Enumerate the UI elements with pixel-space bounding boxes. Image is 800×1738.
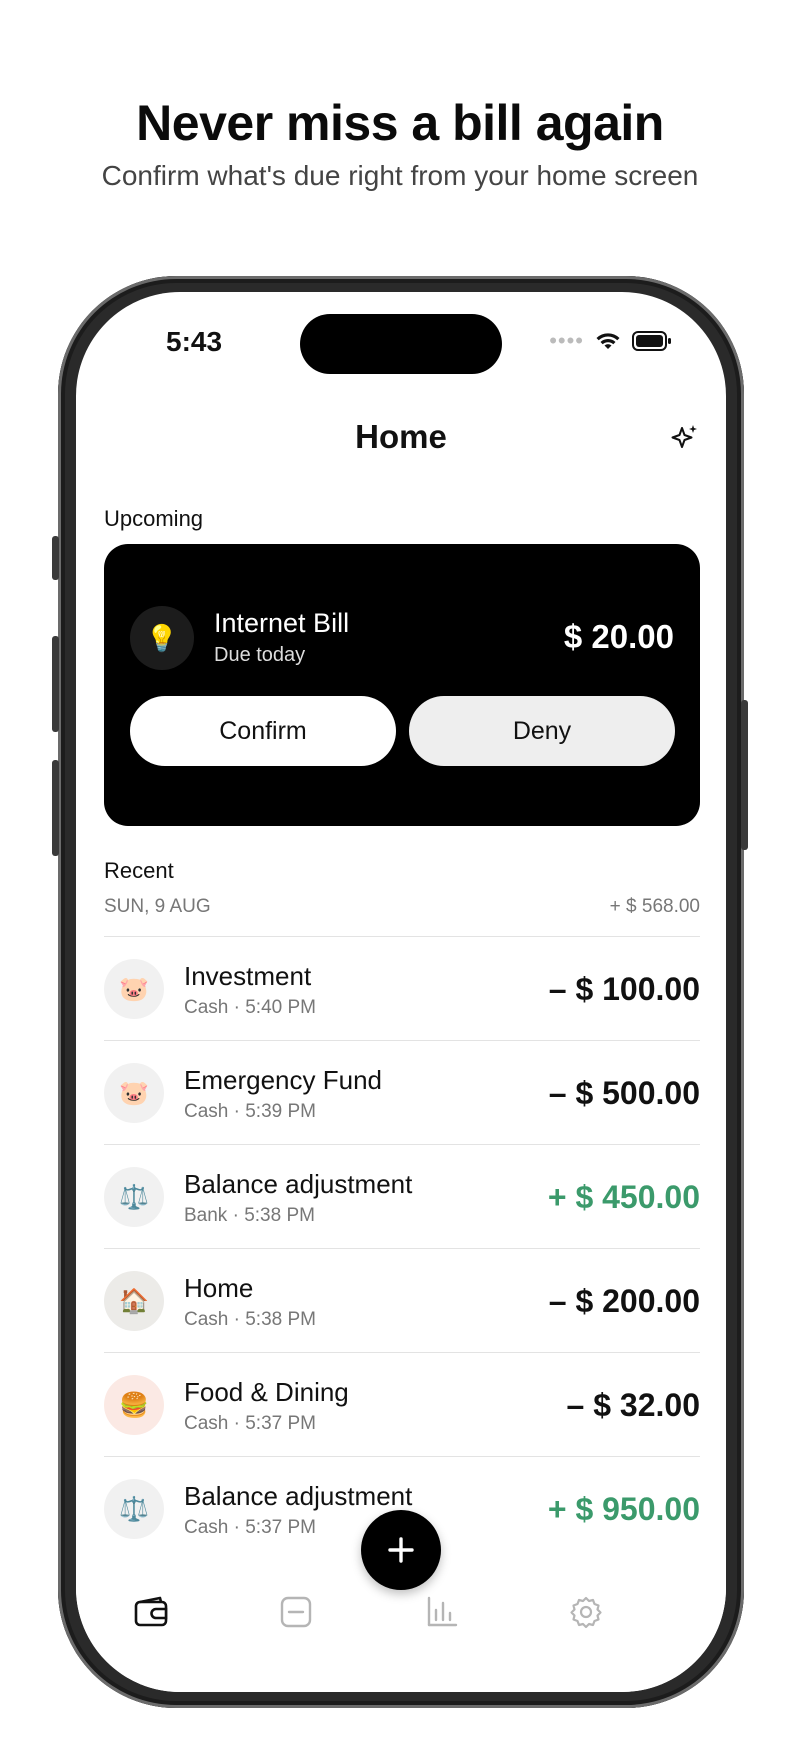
settings-icon[interactable] bbox=[566, 1592, 606, 1632]
phone-power-button bbox=[741, 700, 748, 850]
transaction-amount: + $ 450.00 bbox=[547, 1179, 700, 1215]
balance-scale-icon: ⚖️ bbox=[104, 1479, 164, 1539]
transaction-amount: – $ 200.00 bbox=[548, 1283, 700, 1319]
burger-icon: 🍔 bbox=[104, 1375, 164, 1435]
transaction-amount: + $ 950.00 bbox=[547, 1491, 700, 1527]
phone-volume-up bbox=[52, 636, 59, 732]
stats-icon[interactable] bbox=[422, 1592, 462, 1632]
lightbulb-icon: 💡 bbox=[130, 606, 194, 670]
transaction-title: Emergency Fund bbox=[184, 1065, 382, 1095]
promo-subline: Confirm what's due right from your home … bbox=[101, 160, 699, 191]
transaction-row[interactable]: 🏠 Home Cash · 5:38 PM – $ 200.00 bbox=[104, 1249, 700, 1353]
signal-icon: •••• bbox=[549, 328, 584, 353]
transaction-title: Balance adjustment bbox=[184, 1169, 413, 1199]
transaction-row[interactable]: 🐷 Investment Cash · 5:40 PM – $ 100.00 bbox=[104, 937, 700, 1041]
add-transaction-button[interactable] bbox=[361, 1510, 441, 1590]
transaction-subtitle: Cash · 5:37 PM bbox=[184, 1517, 316, 1538]
promo-headline: Never miss a bill again bbox=[136, 95, 664, 151]
recent-section-label: Recent bbox=[104, 858, 174, 883]
transaction-list: 🐷 Investment Cash · 5:40 PM – $ 100.00 🐷… bbox=[104, 937, 700, 1561]
transaction-title: Food & Dining bbox=[184, 1377, 349, 1407]
dynamic-island bbox=[300, 314, 502, 374]
plus-icon bbox=[388, 1537, 414, 1563]
transaction-subtitle: Cash · 5:37 PM bbox=[184, 1413, 316, 1434]
budget-icon[interactable] bbox=[276, 1592, 316, 1632]
transaction-title: Investment bbox=[184, 961, 312, 991]
balance-scale-icon: ⚖️ bbox=[104, 1167, 164, 1227]
status-time: 5:43 bbox=[166, 326, 223, 357]
transaction-subtitle: Cash · 5:40 PM bbox=[184, 997, 316, 1018]
phone-screen: 5:43 •••• Home Upcoming 💡 Internet Bill … bbox=[76, 292, 726, 1692]
transaction-title: Home bbox=[184, 1273, 254, 1303]
transaction-title: Balance adjustment bbox=[184, 1481, 413, 1511]
transaction-subtitle: Cash · 5:38 PM bbox=[184, 1309, 316, 1330]
pig-icon: 🐷 bbox=[104, 959, 164, 1019]
date-total: + $ 568.00 bbox=[609, 896, 700, 917]
date-group-header: SUN, 9 AUG + $ 568.00 bbox=[104, 896, 700, 918]
wifi-icon bbox=[596, 333, 620, 349]
transaction-subtitle: Bank · 5:38 PM bbox=[184, 1205, 315, 1226]
date-label: SUN, 9 AUG bbox=[104, 896, 211, 917]
bill-amount: $ 20.00 bbox=[563, 618, 674, 655]
bill-title: Internet Bill bbox=[214, 608, 350, 638]
status-indicators: •••• bbox=[549, 330, 672, 352]
wallet-icon[interactable] bbox=[132, 1592, 172, 1632]
transaction-amount: – $ 500.00 bbox=[548, 1075, 700, 1111]
pig-icon: 🐷 bbox=[104, 1063, 164, 1123]
bill-due-label: Due today bbox=[214, 644, 306, 666]
transaction-amount: – $ 100.00 bbox=[548, 971, 700, 1007]
upcoming-bill-card: 💡 Internet Bill Due today $ 20.00 Confir… bbox=[104, 544, 700, 826]
transaction-amount: – $ 32.00 bbox=[566, 1387, 700, 1423]
transaction-row[interactable]: ⚖️ Balance adjustment Bank · 5:38 PM + $… bbox=[104, 1145, 700, 1249]
transaction-row[interactable]: 🐷 Emergency Fund Cash · 5:39 PM – $ 500.… bbox=[104, 1041, 700, 1145]
transaction-subtitle: Cash · 5:39 PM bbox=[184, 1101, 316, 1122]
phone-volume-down bbox=[52, 760, 59, 856]
upcoming-section-label: Upcoming bbox=[104, 506, 204, 531]
transaction-row[interactable]: 🍔 Food & Dining Cash · 5:37 PM – $ 32.00 bbox=[104, 1353, 700, 1457]
phone-silent-switch bbox=[52, 536, 59, 580]
battery-icon bbox=[632, 331, 671, 351]
page-title: Home bbox=[355, 418, 447, 455]
deny-button[interactable]: Deny bbox=[409, 696, 675, 766]
confirm-button[interactable]: Confirm bbox=[130, 696, 396, 766]
sparkles-icon[interactable] bbox=[670, 422, 700, 452]
house-icon: 🏠 bbox=[104, 1271, 164, 1331]
